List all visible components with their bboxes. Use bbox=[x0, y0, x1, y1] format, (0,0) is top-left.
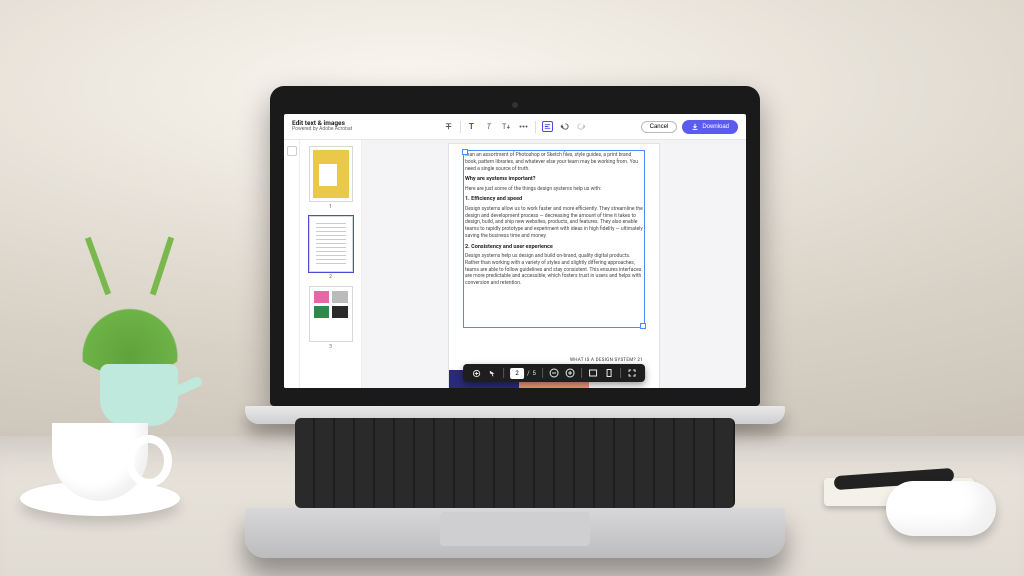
redo-icon[interactable] bbox=[576, 121, 587, 132]
fit-width-icon[interactable] bbox=[588, 368, 598, 378]
trackpad bbox=[440, 512, 590, 546]
more-icon[interactable] bbox=[518, 121, 529, 132]
page-sep: / bbox=[527, 370, 529, 377]
left-rail bbox=[284, 140, 300, 388]
scene: Edit text & images Powered by Adobe Acro… bbox=[0, 0, 1024, 576]
thumb-1-num: 1 bbox=[329, 204, 332, 210]
separator bbox=[542, 368, 543, 378]
fullscreen-icon[interactable] bbox=[627, 368, 637, 378]
keyboard bbox=[295, 418, 735, 508]
floating-page-toolbar: 2 / 5 bbox=[463, 364, 645, 382]
cancel-button[interactable]: Cancel bbox=[641, 121, 678, 133]
separator bbox=[503, 368, 504, 378]
pdf-editor-app: Edit text & images Powered by Adobe Acro… bbox=[284, 114, 746, 388]
separator bbox=[460, 121, 461, 133]
page-2[interactable]: than an assortment of Photoshop or Sketc… bbox=[449, 144, 659, 388]
page-total: 5 bbox=[533, 370, 536, 377]
fit-page-icon[interactable] bbox=[604, 368, 614, 378]
thumb-2-num: 2 bbox=[329, 274, 332, 280]
separator bbox=[581, 368, 582, 378]
cup-prop bbox=[40, 421, 160, 516]
cancel-label: Cancel bbox=[650, 124, 669, 130]
thumb-3-num: 3 bbox=[329, 344, 332, 350]
text-italic-icon[interactable]: T bbox=[484, 121, 495, 132]
text-bold-icon[interactable]: T bbox=[467, 121, 478, 132]
topbar: Edit text & images Powered by Adobe Acro… bbox=[284, 114, 746, 140]
text-selection-box[interactable] bbox=[463, 150, 645, 328]
svg-text:T: T bbox=[487, 122, 492, 131]
format-toolbar: T T T bbox=[443, 121, 587, 133]
text-size-icon[interactable]: T bbox=[501, 121, 512, 132]
thumb-2[interactable]: 2 bbox=[309, 216, 353, 280]
zoom-in-icon[interactable] bbox=[565, 368, 575, 378]
workspace: 1 2 3 bbox=[284, 140, 746, 388]
page-current-input[interactable]: 2 bbox=[510, 368, 524, 379]
thumbnail-panel: 1 2 3 bbox=[300, 140, 362, 388]
undo-icon[interactable] bbox=[559, 121, 570, 132]
separator bbox=[535, 121, 536, 133]
laptop: Edit text & images Powered by Adobe Acro… bbox=[245, 86, 785, 558]
page-indicator: 2 / 5 bbox=[510, 368, 536, 379]
svg-text:T: T bbox=[502, 122, 507, 131]
text-paragraph-icon[interactable] bbox=[443, 121, 454, 132]
title-block: Edit text & images Powered by Adobe Acro… bbox=[292, 120, 352, 133]
canvas[interactable]: than an assortment of Photoshop or Sketc… bbox=[362, 140, 746, 388]
select-tool-icon[interactable] bbox=[487, 368, 497, 378]
app-screen: Edit text & images Powered by Adobe Acro… bbox=[284, 114, 746, 388]
camera-dot bbox=[512, 102, 518, 108]
app-subtitle: Powered by Adobe Acrobat bbox=[292, 127, 352, 133]
download-icon bbox=[691, 123, 699, 131]
svg-text:T: T bbox=[469, 122, 474, 131]
align-left-icon[interactable] bbox=[542, 121, 553, 132]
plant-prop bbox=[55, 246, 205, 426]
download-button[interactable]: Download bbox=[682, 120, 738, 134]
thumb-3[interactable]: 3 bbox=[309, 286, 353, 350]
zoom-out-icon[interactable] bbox=[549, 368, 559, 378]
mouse-prop bbox=[886, 481, 996, 536]
header-actions: Cancel Download bbox=[641, 120, 738, 134]
download-label: Download bbox=[702, 124, 729, 130]
separator bbox=[620, 368, 621, 378]
thumbnails-panel-icon[interactable] bbox=[287, 146, 297, 156]
hand-tool-icon[interactable] bbox=[471, 368, 481, 378]
thumb-1[interactable]: 1 bbox=[309, 146, 353, 210]
